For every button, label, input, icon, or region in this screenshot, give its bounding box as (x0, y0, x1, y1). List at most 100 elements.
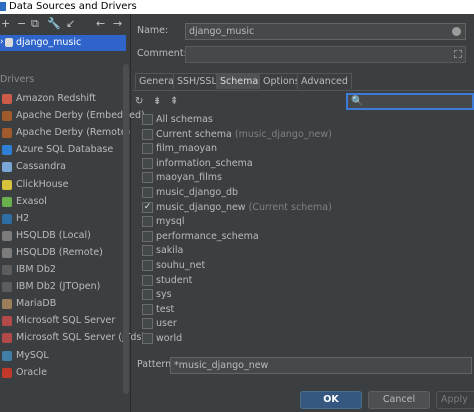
duplicate-icon[interactable]: ⧉ (31, 17, 39, 31)
schema-label: Current schema (music_django_new) (156, 127, 332, 142)
schema-row[interactable]: ✓ music_django_new (Current schema) (140, 200, 460, 215)
remove-icon[interactable]: − (17, 17, 26, 31)
back-icon[interactable]: ← (96, 17, 105, 31)
driver-item[interactable]: HSQLDB (Remote) (0, 245, 122, 261)
schema-row[interactable]: music_django_db (140, 185, 460, 200)
schema-name: film_maoyan (156, 143, 217, 155)
driver-item[interactable]: Oracle (0, 365, 122, 381)
driver-item[interactable]: Microsoft SQL Server (jTds) (0, 330, 145, 346)
schema-row[interactable]: student (140, 273, 460, 288)
schema-checkbox[interactable] (142, 216, 153, 228)
driver-item[interactable]: HSQLDB (Local) (0, 228, 122, 244)
schema-checkbox[interactable] (142, 289, 153, 301)
driver-item[interactable]: Amazon Redshift (0, 91, 122, 107)
schema-checkbox[interactable] (142, 333, 153, 344)
driver-label: Apache Derby (Remote) (16, 127, 131, 139)
schema-name: performance_schema (156, 230, 259, 242)
schema-checkbox[interactable] (142, 230, 153, 242)
sidebar-scrollbar[interactable] (123, 64, 129, 394)
schema-label: music_django_new (Current schema) (156, 200, 332, 215)
schema-row[interactable]: film_maoyan (140, 141, 460, 156)
schema-checkbox[interactable] (142, 128, 153, 140)
schema-label: film_maoyan (156, 141, 217, 156)
driver-item[interactable]: Microsoft SQL Server (0, 313, 122, 329)
refresh-icon[interactable]: ↻ (135, 96, 143, 108)
schema-row[interactable]: user (140, 316, 460, 331)
collapse-all-icon[interactable]: ⇞ (170, 96, 178, 108)
schema-name: All schemas (156, 114, 213, 125)
schema-row[interactable]: sakila (140, 243, 460, 258)
driver-icon (2, 367, 12, 378)
pattern-label: Pattern: (137, 359, 175, 370)
wrench-icon[interactable]: 🔧 (47, 17, 61, 31)
schema-checkbox[interactable] (142, 157, 153, 169)
app-icon (0, 2, 6, 11)
apply-button[interactable]: Apply (436, 391, 474, 409)
driver-item[interactable]: Exasol (0, 194, 122, 210)
schema-checkbox[interactable] (142, 114, 153, 125)
schema-label: sakila (156, 243, 183, 258)
schema-checkbox[interactable] (142, 260, 153, 271)
comment-input[interactable] (185, 46, 466, 63)
driver-item[interactable]: Cassandra (0, 159, 122, 175)
schemas-list: All schemas Current schema (music_django_… (140, 112, 470, 360)
schema-row[interactable]: world (140, 331, 460, 346)
driver-item[interactable]: ClickHouse (0, 177, 122, 193)
driver-item[interactable]: Apache Derby (Remote) (0, 125, 130, 141)
schema-label: performance_schema (156, 229, 259, 244)
schema-name: world (156, 333, 183, 344)
driver-item[interactable]: MariaDB (0, 296, 122, 312)
driver-icon (2, 247, 12, 258)
tab-advanced[interactable]: Advanced (297, 73, 352, 89)
schema-checkbox[interactable] (142, 172, 153, 184)
driver-item[interactable]: Apache Derby (Embedded) (0, 108, 145, 124)
schema-label: music_django_db (156, 185, 238, 200)
driver-item[interactable]: IBM Db2 (0, 262, 122, 278)
schema-row[interactable]: test (140, 302, 460, 317)
schema-row[interactable]: Current schema (music_django_new) (140, 127, 460, 142)
schema-checkbox[interactable] (142, 187, 153, 198)
schema-name: mysql (156, 216, 185, 228)
pattern-input[interactable]: *music_django_new (170, 357, 472, 374)
expand-icon[interactable] (454, 50, 462, 58)
schema-search-input[interactable]: 🔍 (346, 93, 474, 110)
schema-row[interactable]: information_schema (140, 156, 460, 171)
driver-icon (2, 213, 12, 224)
schema-row[interactable]: All schemas (140, 112, 460, 127)
driver-item[interactable]: H2 (0, 211, 122, 227)
driver-item[interactable]: MySQL (0, 348, 122, 364)
driver-icon (2, 350, 12, 361)
driver-label: Exasol (16, 195, 47, 207)
driver-item[interactable]: Azure SQL Database (0, 142, 122, 158)
schema-checkbox[interactable] (142, 274, 153, 286)
driver-label: ClickHouse (16, 178, 69, 190)
tab-ssh-ssl[interactable]: SSH/SSL (173, 73, 221, 89)
add-icon[interactable]: + (1, 17, 10, 31)
schema-row[interactable]: souhu_net (140, 258, 460, 273)
comment-label: Comment: (137, 48, 187, 59)
schema-checkbox[interactable] (142, 245, 153, 257)
forward-icon[interactable]: → (113, 17, 122, 31)
schema-checkbox[interactable]: ✓ (142, 201, 153, 213)
data-source-item[interactable]: › django_music (0, 35, 126, 51)
search-icon: 🔍 (351, 96, 364, 107)
schema-label: sys (156, 287, 172, 302)
import-icon[interactable]: ↙ (66, 17, 75, 31)
driver-label: Microsoft SQL Server (16, 315, 116, 327)
schema-checkbox[interactable] (142, 303, 153, 315)
schema-checkbox[interactable] (142, 143, 153, 155)
name-input[interactable]: django_music (185, 23, 466, 40)
schema-row[interactable]: maoyan_films (140, 170, 460, 185)
expand-all-icon[interactable]: ⇟ (153, 96, 161, 108)
color-dot-icon[interactable] (452, 27, 461, 36)
schema-checkbox[interactable] (142, 318, 153, 330)
name-label: Name: (137, 25, 169, 36)
driver-item[interactable]: IBM Db2 (JTOpen) (0, 279, 122, 295)
ok-button[interactable]: OK (300, 391, 362, 409)
schema-row[interactable]: mysql (140, 214, 460, 229)
schema-row[interactable]: sys (140, 287, 460, 302)
schema-row[interactable]: performance_schema (140, 229, 460, 244)
driver-icon (2, 162, 12, 173)
schema-name: sys (156, 289, 172, 301)
cancel-button[interactable]: Cancel (368, 391, 430, 409)
